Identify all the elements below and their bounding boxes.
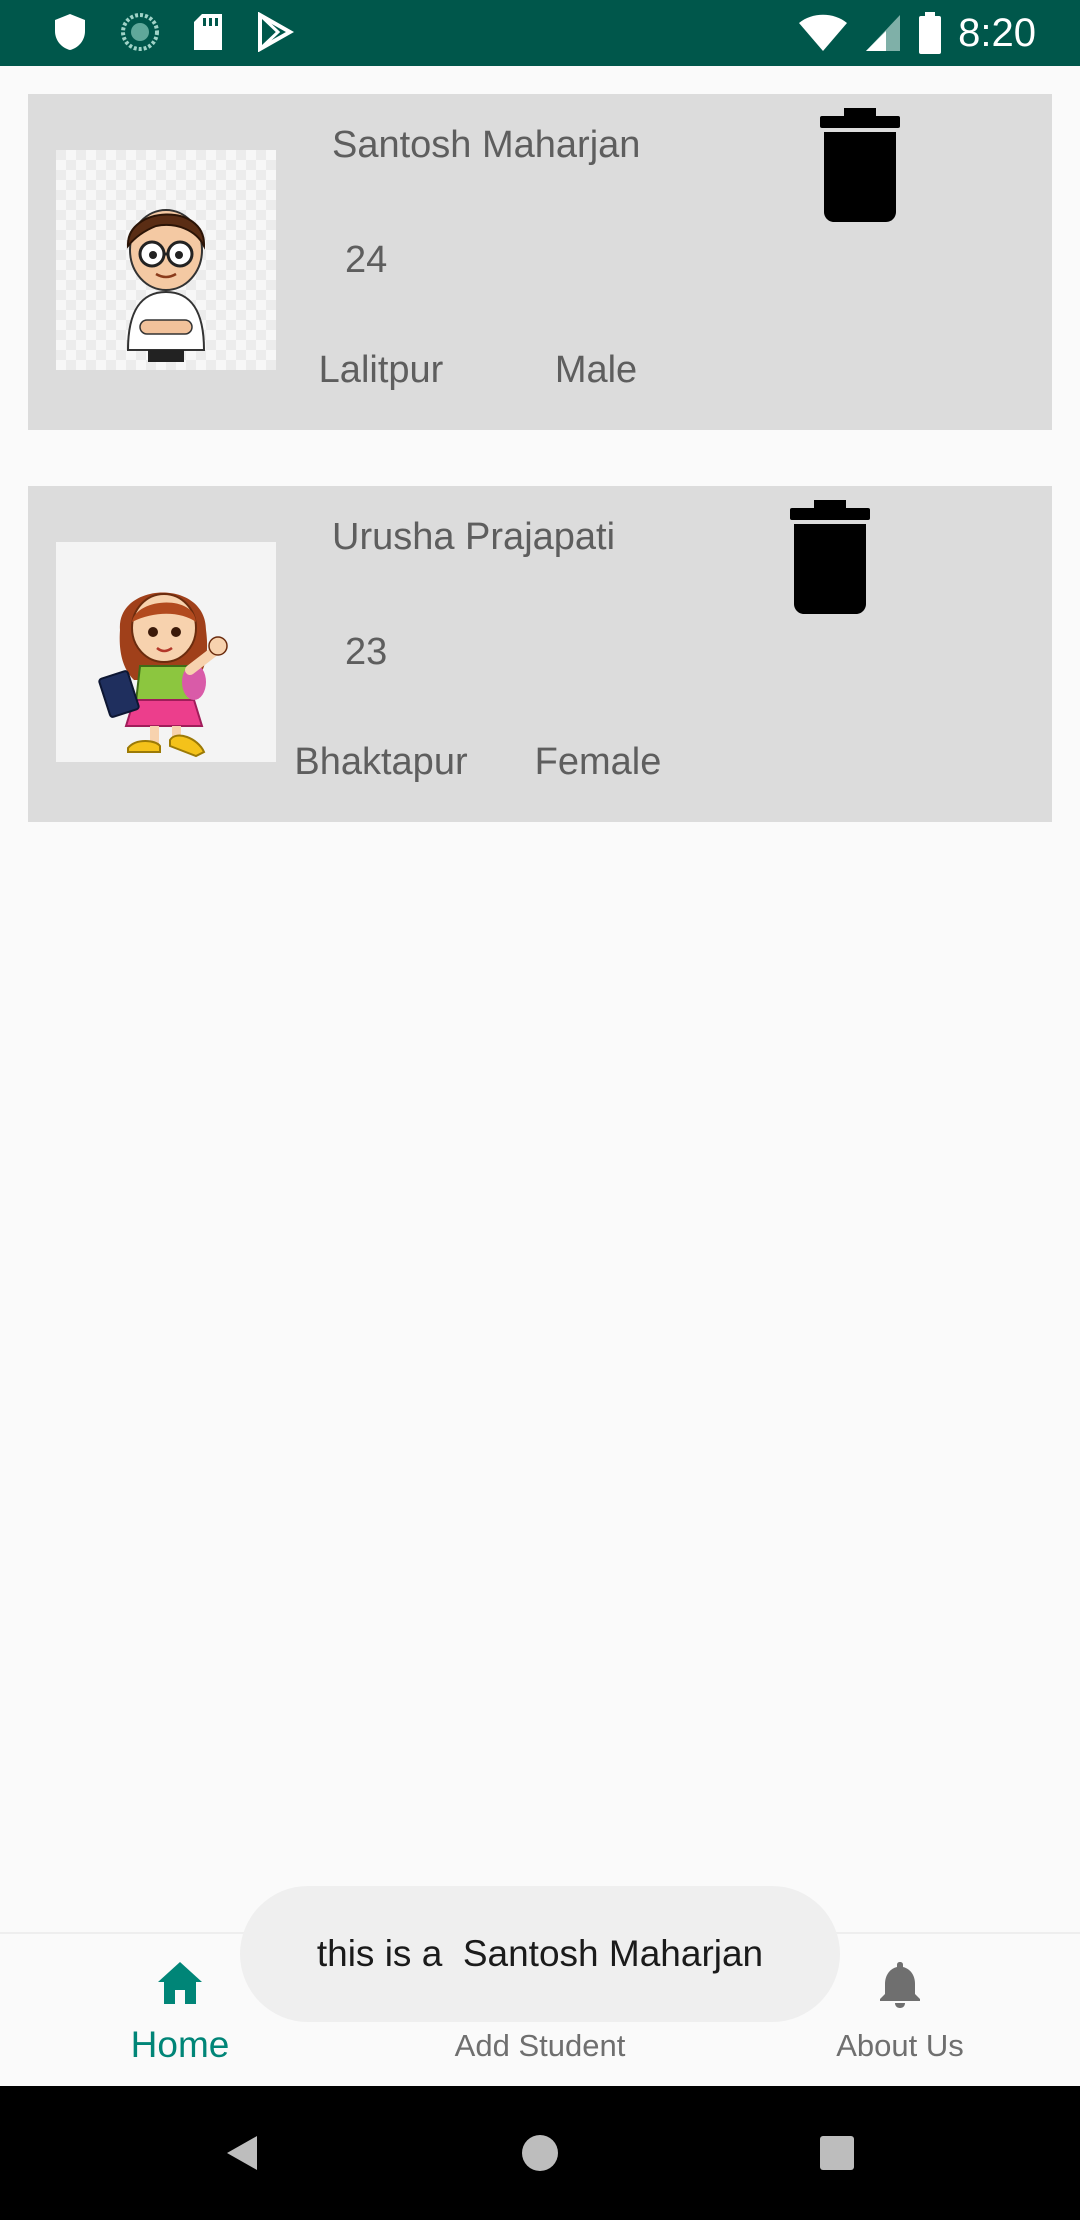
student-gender: Male xyxy=(554,349,638,391)
student-gender: Female xyxy=(534,741,662,783)
student-age: 23 xyxy=(345,631,388,673)
nav-label: Home xyxy=(130,2024,230,2065)
student-list[interactable]: Santosh Maharjan 24 Lalitpur Male Urusha… xyxy=(0,66,1080,1932)
student-name: Urusha Prajapati xyxy=(332,516,616,558)
student-age: 24 xyxy=(345,239,388,281)
home-icon xyxy=(158,1962,202,2004)
system-navigation-bar xyxy=(0,2086,1080,2220)
clock: 8:20 xyxy=(958,11,1036,55)
delete-icon[interactable] xyxy=(786,500,874,614)
nav-label: Add Student xyxy=(454,2028,626,2063)
student-name: Santosh Maharjan xyxy=(332,124,641,166)
student-city: Bhaktapur xyxy=(294,741,468,783)
recents-icon[interactable] xyxy=(802,2118,872,2188)
bell-icon xyxy=(880,1962,920,2008)
back-icon[interactable] xyxy=(207,2118,277,2188)
wifi-icon xyxy=(798,13,848,53)
signal-icon xyxy=(864,13,902,53)
sd-card-icon xyxy=(192,12,224,52)
home-circle-icon[interactable] xyxy=(505,2118,575,2188)
student-card[interactable]: Santosh Maharjan 24 Lalitpur Male xyxy=(28,94,1052,430)
play-store-icon xyxy=(256,12,294,52)
battery-icon xyxy=(918,12,942,54)
delete-icon[interactable] xyxy=(816,108,904,222)
toast-message: this is a Santosh Maharjan xyxy=(240,1886,840,2022)
nav-label: About Us xyxy=(836,2028,964,2063)
student-card[interactable]: Urusha Prajapati 23 Bhaktapur Female xyxy=(28,486,1052,822)
student-city: Lalitpur xyxy=(318,349,444,391)
girl-avatar-icon xyxy=(56,542,276,762)
shield-icon xyxy=(52,12,88,52)
status-bar: 8:20 xyxy=(0,0,1080,66)
boy-avatar-icon xyxy=(56,150,276,370)
sync-icon xyxy=(120,12,160,52)
